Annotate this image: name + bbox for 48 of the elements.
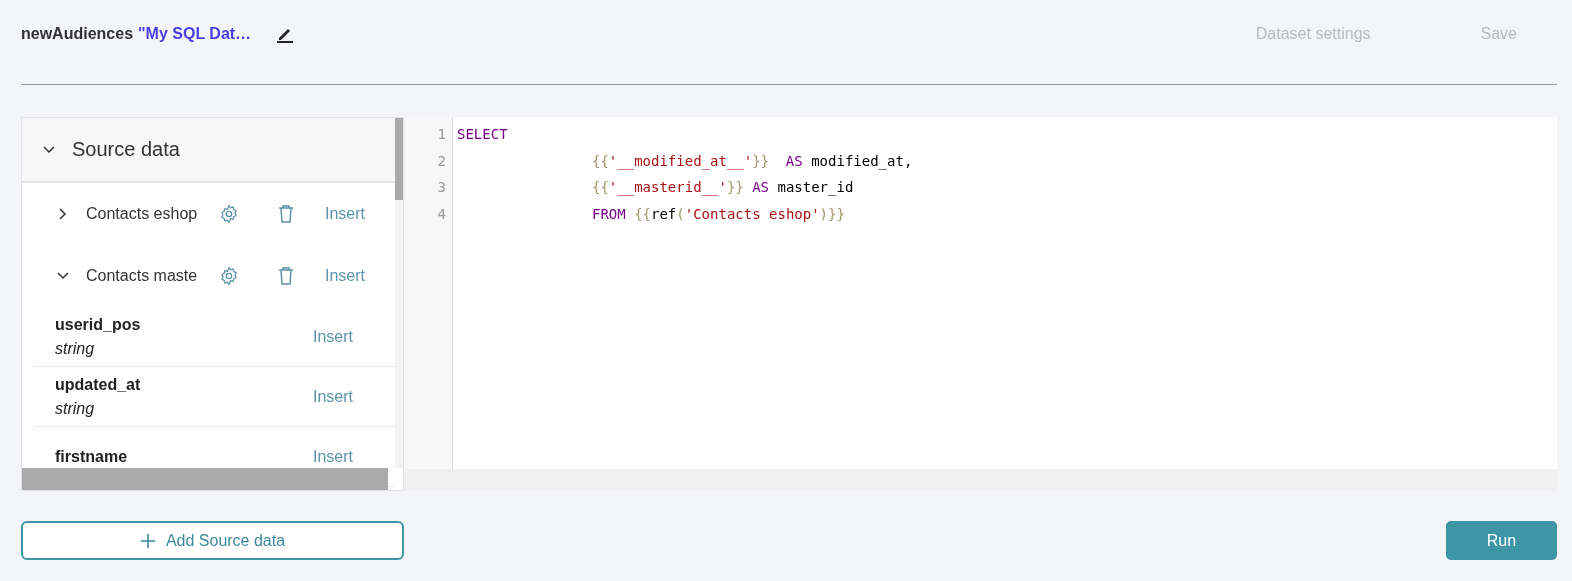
page-title: newAudiences [21,25,134,43]
field-name: userid_pos [55,315,142,334]
line-number: 3 [436,179,447,197]
dataset-name: "My SQL Dat… [138,25,252,43]
run-button[interactable]: Run [1446,521,1557,560]
trash-icon[interactable] [276,204,296,224]
panel-title: Source data [72,138,180,161]
trash-icon[interactable] [276,266,296,286]
code-token: 'Contacts eshop' [684,205,820,224]
source-name: Contacts eshop [86,205,199,223]
code-token: master_id [776,179,854,198]
code-token: ref [651,205,677,224]
code-token: '__masterid__' [608,179,727,198]
code-token: AS [751,179,770,197]
code-token: )}} [819,205,845,224]
scrollbar-thumb[interactable] [22,468,388,490]
insert-link[interactable]: Insert [313,387,353,406]
code-token: modified_at, [810,152,913,172]
code-token: FROM [592,205,626,224]
field-name: firstname [55,447,129,466]
source-name: Contacts maste [86,267,199,285]
plus-icon [139,532,156,549]
source-panel-header[interactable]: Source data [22,118,395,183]
code-token: {{ [592,152,609,171]
code-token: }} [752,152,769,171]
insert-link[interactable]: Insert [325,205,365,223]
field-type: string [55,399,96,418]
code-token: {{ [592,179,609,197]
insert-link[interactable]: Insert [325,267,365,285]
code-token: SELECT [457,126,508,144]
insert-link[interactable]: Insert [313,327,353,346]
code-token: }} [726,179,744,197]
add-source-button[interactable]: Add Source data [21,521,404,560]
code-token: '__modified_at__' [608,152,753,172]
code-token: AS [784,152,803,171]
line-number: 2 [436,152,447,171]
line-number: 1 [436,126,447,144]
scrollbar-thumb[interactable] [395,118,403,200]
settings-icon[interactable] [219,204,239,224]
insert-link[interactable]: Insert [313,447,353,466]
field-type: string [55,339,96,358]
settings-icon[interactable] [219,266,239,286]
code-token: ( [676,205,685,224]
code-editor[interactable]: 1 2 3 4 SELECT {{'__modified_at__'}} AS modified_at, {{'__masterid__'}} AS master_id FROM {{ref('Contacts eshop')}} [404,117,1557,491]
horizontal-scrollbar[interactable] [404,469,1557,491]
code-token: {{ [633,205,651,224]
line-number: 4 [436,205,447,224]
field-name: updated_at [55,375,142,394]
